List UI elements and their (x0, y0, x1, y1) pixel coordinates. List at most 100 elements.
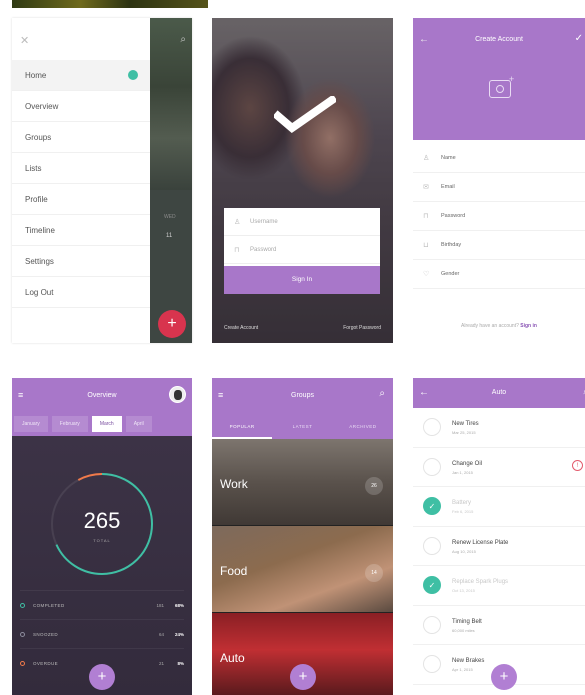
search-icon[interactable]: ⌕ (379, 388, 385, 399)
menu-item-lists[interactable]: Lists (12, 153, 150, 184)
legend-row-completed: COMPLETED 181 68% (20, 590, 184, 619)
menu-item-groups[interactable]: Groups (12, 122, 150, 153)
group-count-badge: 26 (365, 477, 383, 495)
home-badge (128, 70, 138, 80)
legend-count: 64 (158, 631, 164, 637)
list-item[interactable]: Timing Belt 60,000 miles (413, 606, 585, 645)
legend-count: 21 (158, 660, 164, 666)
list-item[interactable]: Change Oil Jan 1, 2015! (413, 448, 585, 487)
task-title: Renew License Plate (452, 539, 509, 546)
menu-item-timeline[interactable]: Timeline (12, 215, 150, 246)
list-item[interactable]: ✓ Replace Spark Plugs Oct 13, 2015 (413, 566, 585, 606)
group-count-badge: 14 (365, 564, 383, 582)
lock-icon: ⊓ (234, 246, 240, 254)
alert-icon: ! (572, 459, 583, 471)
email-field[interactable]: ✉ Email (413, 173, 585, 202)
tab-february[interactable]: February (51, 416, 88, 432)
tab-january[interactable]: January (14, 416, 48, 432)
camera-icon[interactable] (489, 80, 511, 98)
task-checkbox[interactable] (423, 615, 441, 634)
add-fab-button[interactable]: + (491, 664, 517, 690)
total-label: TOTAL (93, 538, 111, 543)
task-subtitle: Feb 6, 2015 (452, 509, 474, 514)
password-placeholder: Password (250, 246, 277, 253)
task-checkbox-checked[interactable]: ✓ (423, 497, 441, 515)
add-fab-button[interactable]: + (158, 310, 186, 338)
task-checkbox[interactable] (423, 536, 441, 555)
page-title: Create Account (475, 36, 523, 43)
menu-item-profile[interactable]: Profile (12, 184, 150, 215)
task-checkbox[interactable] (423, 457, 441, 476)
menu-item-settings[interactable]: Settings (12, 246, 150, 277)
tab-march[interactable]: March (91, 416, 122, 432)
heart-icon: ♡ (423, 271, 430, 278)
tab-april[interactable]: April (125, 416, 152, 432)
task-title: New Tires (452, 421, 479, 427)
create-account-link[interactable]: Create Account (224, 325, 258, 331)
peek-date: 11 (166, 233, 173, 239)
task-checkbox[interactable] (423, 655, 441, 673)
list-item[interactable]: New Tires Mar 25, 2015 (413, 408, 585, 448)
group-label: Food (220, 564, 248, 578)
list-item[interactable]: ✓ Battery Feb 6, 2015 (413, 487, 585, 527)
search-icon[interactable]: ⌕ (180, 34, 186, 45)
screen-auto-list: ← Auto ⌕ New Tires Mar 25, 2015 Change Oi… (413, 378, 585, 695)
username-field[interactable]: ♙ Username (224, 208, 380, 236)
checkmark-logo-icon (274, 96, 336, 134)
group-card-work[interactable]: Work 26 (212, 439, 393, 525)
completed-dot (20, 602, 25, 608)
page-title: Overview (87, 392, 117, 399)
menu-item-label: Home (25, 71, 47, 80)
confirm-check-icon[interactable]: ✓ (575, 33, 583, 44)
task-title: Replace Spark Plugs (452, 579, 509, 585)
menu-item-label: Overview (25, 102, 59, 111)
tab-archived[interactable]: ARCHIVED (333, 414, 393, 439)
password-field[interactable]: ⊓ Password (224, 236, 380, 264)
avatar[interactable] (169, 386, 186, 403)
menu-item-label: Lists (25, 164, 42, 173)
login-prompt: Already have an account? Sign in (413, 323, 585, 329)
legend-name: OVERDUE (33, 660, 59, 666)
password-field[interactable]: ⊓ Password (413, 202, 585, 231)
add-fab-button[interactable]: + (89, 664, 115, 690)
field-label: Email (441, 184, 455, 190)
sign-in-link[interactable]: Sign in (520, 323, 537, 329)
task-subtitle: Mar 25, 2015 (452, 430, 476, 435)
group-card-food[interactable]: Food 14 (212, 526, 393, 612)
legend-name: SNOOZED (33, 631, 59, 637)
name-field[interactable]: ♙ Name (413, 144, 585, 173)
login-prompt-text: Already have an account? (461, 323, 519, 329)
add-fab-button[interactable]: + (290, 664, 316, 690)
task-subtitle: Jan 1, 2015 (452, 469, 473, 475)
forgot-password-link[interactable]: Forgot Password (343, 325, 381, 331)
screen-groups: ≡ Groups ⌕ POPULAR LATEST ARCHIVED Work … (212, 378, 393, 695)
task-subtitle: Oct 13, 2015 (452, 588, 475, 593)
birthday-field[interactable]: ⊔ Birthday (413, 231, 585, 260)
menu-item-logout[interactable]: Log Out (12, 277, 150, 308)
menu-item-home[interactable]: Home (12, 60, 150, 91)
task-checkbox-checked[interactable]: ✓ (423, 576, 441, 594)
groups-tabs: POPULAR LATEST ARCHIVED (212, 414, 393, 439)
list-item[interactable]: Renew License Plate Aug 10, 2015 (413, 527, 585, 566)
close-icon[interactable]: ✕ (20, 34, 29, 47)
group-label: Work (220, 477, 248, 491)
total-count: 265 (83, 508, 121, 533)
task-subtitle: 60,000 miles (452, 627, 475, 633)
drawer-panel: ✕ Home Overview Groups Lists Profile Tim… (12, 18, 150, 343)
top-banner-image (12, 0, 208, 8)
tab-latest[interactable]: LATEST (272, 414, 332, 439)
create-account-header: ← Create Account ✓ + (413, 18, 585, 140)
legend-row-snoozed: SNOOZED 64 24% (20, 619, 184, 648)
gender-field[interactable]: ♡ Gender (413, 260, 585, 289)
menu-item-overview[interactable]: Overview (12, 91, 150, 122)
groups-header: ≡ Groups ⌕ (212, 378, 393, 414)
add-photo-plus-icon: + (509, 74, 515, 84)
field-label: Birthday (441, 242, 462, 248)
screenshot-root: ⌕ WED 11 ✕ Home Overview Groups Lists Pr… (0, 0, 585, 695)
lock-icon: ⊓ (423, 213, 429, 220)
sign-in-button[interactable]: Sign In (224, 266, 380, 294)
tab-popular[interactable]: POPULAR (212, 414, 273, 439)
signup-fields: ♙ Name ✉ Email ⊓ Password ⊔ Birthday ♡ Gender (413, 144, 585, 289)
screen-create-account: ← Create Account ✓ + ♙ Name ✉ Email ⊓ Passw… (413, 18, 585, 343)
task-checkbox[interactable] (423, 418, 441, 436)
